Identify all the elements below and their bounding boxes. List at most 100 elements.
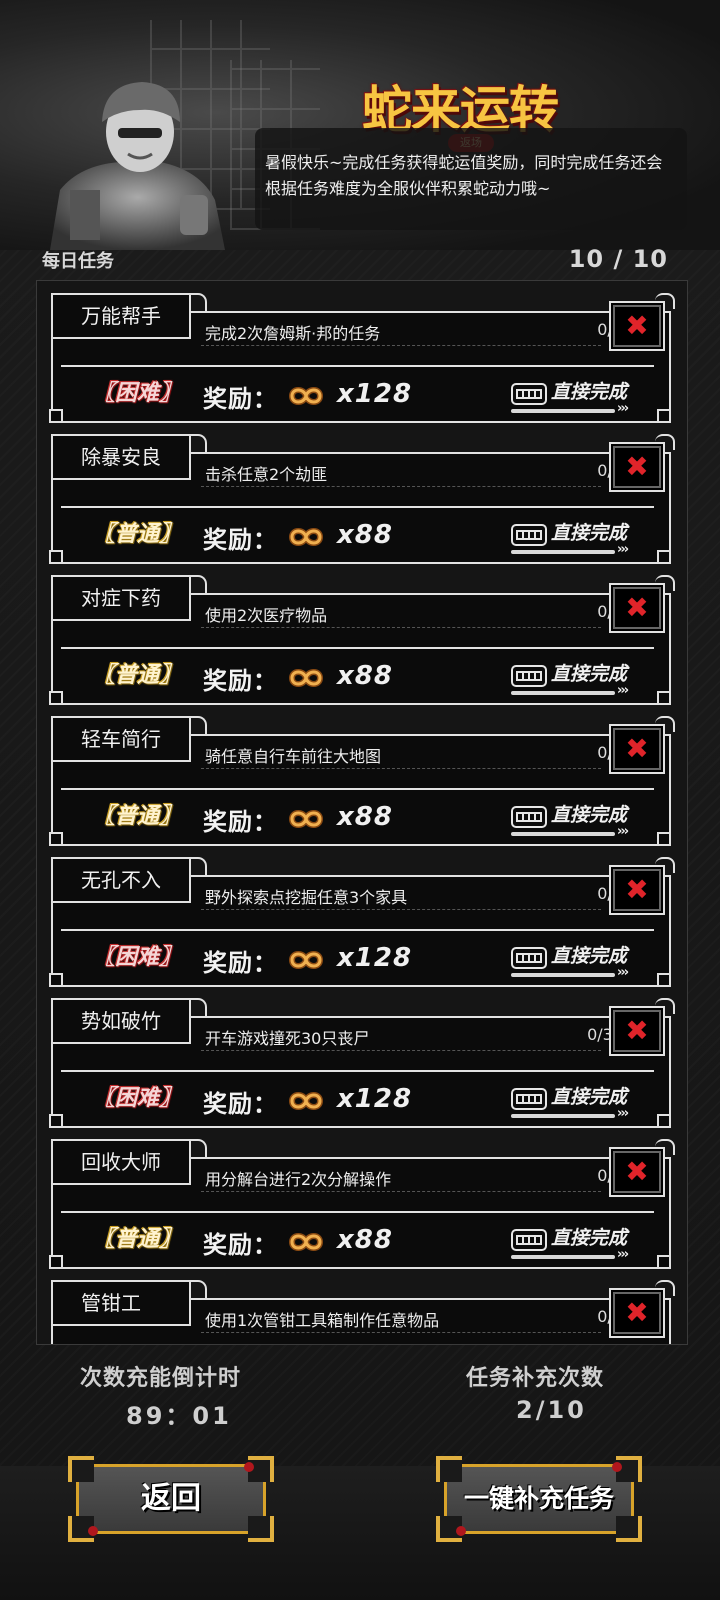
task-card-divider: [61, 647, 654, 649]
close-icon: ✖: [625, 1014, 649, 1047]
daily-tasks-label: 每日任务: [42, 251, 114, 272]
task-description: 骑任意自行车前往大地图: [205, 747, 382, 766]
abandon-task-button[interactable]: ✖: [609, 301, 665, 351]
task-description: 使用2次医疗物品: [205, 606, 328, 625]
instant-complete-underline: [511, 409, 615, 413]
frame-corner: [49, 973, 63, 987]
task-list[interactable]: 万能帮手 完成2次詹姆斯·邦的任务 0/2 ✖ 〖困难〗 奖励： x128: [36, 280, 688, 1345]
close-icon: ✖: [625, 1296, 649, 1329]
instant-complete-label: 直接完成: [551, 804, 628, 826]
difficulty-label: 普通: [114, 803, 159, 829]
reward-amount: x128: [337, 943, 413, 973]
arrows-icon: ›››: [617, 824, 629, 839]
abandon-task-button[interactable]: ✖: [609, 1288, 665, 1338]
name-tab-curl: [189, 857, 207, 875]
frame-corner: [49, 1255, 63, 1269]
abandon-task-button[interactable]: ✖: [609, 583, 665, 633]
event-banner: 蛇来运转 返场 暑假快乐~完成任务获得蛇运值奖励，同时完成任务还会根据任务难度为…: [0, 0, 720, 250]
task-name: 回收大师: [51, 1139, 191, 1185]
name-tab-curl: [189, 575, 207, 593]
frame-corner: [657, 973, 671, 987]
close-button-curl: [655, 293, 675, 309]
close-button-curl: [655, 434, 675, 450]
name-tab-curl: [189, 434, 207, 452]
reward-label: 奖励：: [203, 1231, 278, 1259]
task-description: 开车游戏撞死30只丧尸: [205, 1029, 370, 1048]
abandon-task-button[interactable]: ✖: [609, 724, 665, 774]
instant-complete-button[interactable]: 直接完成 ›››: [507, 798, 649, 840]
instant-complete-button[interactable]: 直接完成 ›››: [507, 375, 649, 417]
task-description: 使用1次管钳工具箱制作任意物品: [205, 1311, 440, 1330]
daily-tasks-count: 10 / 10: [568, 245, 668, 273]
difficulty-label: 普通: [114, 1226, 159, 1252]
reward-label: 奖励：: [203, 667, 278, 695]
difficulty-badge: 〖普通〗: [92, 803, 182, 829]
close-button-curl: [655, 575, 675, 591]
reward-label: 奖励：: [203, 949, 278, 977]
close-icon: ✖: [625, 732, 649, 765]
task-description-underline: [201, 1050, 601, 1051]
task-name: 势如破竹: [51, 998, 191, 1044]
snake-infinity-icon: [288, 810, 324, 828]
abandon-task-button[interactable]: ✖: [609, 1147, 665, 1197]
task-card-divider: [61, 929, 654, 931]
close-icon: ✖: [625, 1155, 649, 1188]
difficulty-badge: 〖普通〗: [92, 662, 182, 688]
task-name: 无孔不入: [51, 857, 191, 903]
task-description: 完成2次詹姆斯·邦的任务: [205, 324, 381, 343]
instant-complete-label: 直接完成: [551, 663, 628, 685]
abandon-task-button[interactable]: ✖: [609, 442, 665, 492]
difficulty-badge: 〖普通〗: [92, 521, 182, 547]
task-card: 轻车简行 骑任意自行车前往大地图 0/1 ✖ 〖普通〗 奖励： x88: [49, 716, 675, 846]
reward-label: 奖励：: [203, 526, 278, 554]
instant-complete-button[interactable]: 直接完成 ›››: [507, 1080, 649, 1122]
instant-complete-button[interactable]: 直接完成 ›››: [507, 516, 649, 558]
frame-corner: [657, 832, 671, 846]
snake-infinity-icon: [288, 1233, 324, 1251]
difficulty-badge: 〖困难〗: [92, 380, 182, 406]
difficulty-badge: 〖困难〗: [92, 944, 182, 970]
refill-count-value: 2/10: [516, 1396, 587, 1424]
task-name: 轻车简行: [51, 716, 191, 762]
abandon-task-button[interactable]: ✖: [609, 1006, 665, 1056]
frame-corner: [49, 691, 63, 705]
reward-amount: x88: [337, 520, 393, 550]
abandon-task-button[interactable]: ✖: [609, 865, 665, 915]
task-card: 万能帮手 完成2次詹姆斯·邦的任务 0/2 ✖ 〖困难〗 奖励： x128: [49, 293, 675, 423]
back-button[interactable]: 返回: [68, 1456, 274, 1542]
close-button-curl: [655, 1139, 675, 1155]
instant-complete-underline: [511, 973, 615, 977]
recharge-countdown-value: 89：01: [126, 1402, 232, 1430]
task-name: 除暴安良: [51, 434, 191, 480]
difficulty-label: 困难: [114, 944, 159, 970]
instant-complete-button[interactable]: 直接完成 ›››: [507, 939, 649, 981]
difficulty-label: 困难: [114, 380, 159, 406]
recharge-countdown-label: 次数充能倒计时: [80, 1366, 242, 1391]
difficulty-label: 困难: [114, 1085, 159, 1111]
task-description-underline: [201, 486, 601, 487]
ticket-icon: [511, 665, 547, 687]
snake-infinity-icon: [288, 669, 324, 687]
frame-corner: [49, 409, 63, 423]
task-name: 万能帮手: [51, 293, 191, 339]
instant-complete-label: 直接完成: [551, 1227, 628, 1249]
task-card: 管钳工 使用1次管钳工具箱制作任意物品 0/1 ✖ 〖普通〗 奖励： x88: [51, 1280, 675, 1344]
task-card-divider: [61, 1070, 654, 1072]
arrows-icon: ›››: [617, 1106, 629, 1121]
difficulty-badge: 〖普通〗: [92, 1226, 182, 1252]
refill-count-label: 任务补充次数: [466, 1366, 605, 1391]
task-description-underline: [201, 627, 601, 628]
snake-infinity-icon: [288, 1092, 324, 1110]
event-intro-text: 暑假快乐~完成任务获得蛇运值奖励，同时完成任务还会根据任务难度为全服伙伴积累蛇动…: [255, 128, 687, 230]
task-card-divider: [61, 788, 654, 790]
frame-corner: [657, 550, 671, 564]
task-description: 击杀任意2个劫匪: [205, 465, 328, 484]
instant-complete-button[interactable]: 直接完成 ›››: [507, 1221, 649, 1263]
refill-all-button[interactable]: 一键补充任务: [436, 1456, 642, 1542]
reward-amount: x128: [337, 1084, 413, 1114]
instant-complete-label: 直接完成: [551, 945, 628, 967]
reward-amount: x88: [337, 802, 393, 832]
reward-label: 奖励：: [203, 1090, 278, 1118]
ticket-icon: [511, 383, 547, 405]
instant-complete-button[interactable]: 直接完成 ›››: [507, 657, 649, 699]
